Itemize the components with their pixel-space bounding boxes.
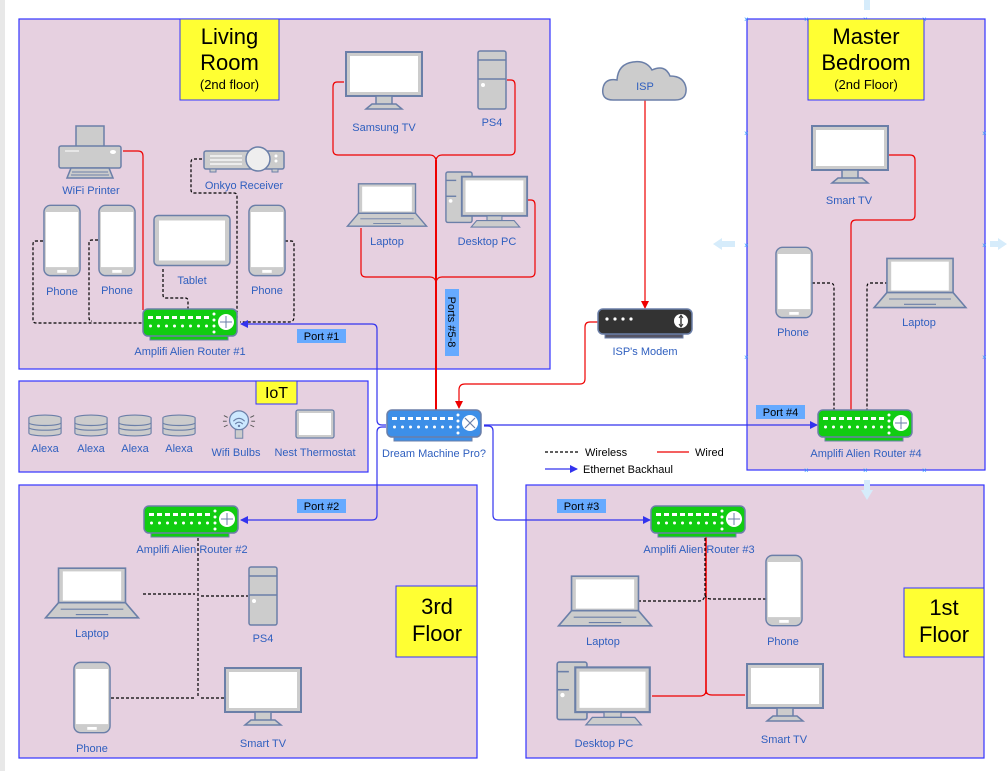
- svg-text:(2nd Floor): (2nd Floor): [834, 77, 898, 92]
- svg-text:×: ×: [804, 466, 809, 475]
- svg-text:Amplifi Alien Router #3: Amplifi Alien Router #3: [643, 544, 754, 556]
- svg-text:3rd: 3rd: [421, 594, 453, 619]
- svg-text:(2nd floor): (2nd floor): [200, 77, 259, 92]
- svg-text:Port #4: Port #4: [763, 407, 798, 419]
- svg-text:Wired: Wired: [695, 447, 724, 459]
- device-alexa-1[interactable]: Alexa: [28, 414, 62, 455]
- port-label-2: Port #2: [297, 499, 346, 513]
- third-floor-title: 3rd Floor: [395, 585, 478, 658]
- svg-text:Ports #5-8: Ports #5-8: [445, 297, 457, 348]
- router-1[interactable]: Amplifi Alien Router #1: [134, 308, 246, 358]
- svg-text:PS4: PS4: [253, 633, 274, 645]
- svg-text:Wifi Bulbs: Wifi Bulbs: [212, 447, 261, 459]
- port-label-5-8: Ports #5-8: [445, 289, 459, 356]
- svg-text:×: ×: [863, 466, 868, 475]
- svg-text:PS4: PS4: [482, 117, 503, 129]
- svg-text:Living: Living: [201, 24, 258, 49]
- svg-text:Smart TV: Smart TV: [761, 734, 808, 746]
- router-3[interactable]: Amplifi Alien Router #3: [643, 505, 755, 556]
- svg-text:Phone: Phone: [76, 743, 108, 755]
- svg-text:Phone: Phone: [767, 636, 799, 648]
- svg-text:Desktop PC: Desktop PC: [458, 236, 517, 248]
- svg-text:Laptop: Laptop: [75, 628, 109, 640]
- svg-text:Port #1: Port #1: [304, 331, 339, 343]
- svg-text:Tablet: Tablet: [177, 275, 206, 287]
- svg-text:Laptop: Laptop: [370, 236, 404, 248]
- isp-cloud[interactable]: ISP: [601, 60, 687, 101]
- device-ps4-living[interactable]: PS4: [477, 50, 507, 129]
- first-floor-title: 1st Floor: [903, 587, 985, 658]
- svg-text:Phone: Phone: [777, 327, 809, 339]
- svg-text:×: ×: [982, 353, 987, 362]
- svg-text:×: ×: [744, 241, 749, 250]
- svg-text:Smart TV: Smart TV: [240, 738, 287, 750]
- svg-text:Bedroom: Bedroom: [821, 50, 910, 75]
- iot-title: IoT: [255, 380, 298, 405]
- svg-text:Alexa: Alexa: [165, 443, 193, 455]
- svg-text:Phone: Phone: [101, 285, 133, 297]
- svg-text:Floor: Floor: [412, 621, 462, 646]
- svg-text:Amplifi Alien Router #4: Amplifi Alien Router #4: [810, 448, 921, 460]
- svg-text:IoT: IoT: [265, 385, 288, 402]
- svg-text:Port #2: Port #2: [304, 501, 339, 513]
- svg-text:Onkyo Receiver: Onkyo Receiver: [205, 180, 284, 192]
- svg-text:Alexa: Alexa: [121, 443, 149, 455]
- legend: Wireless Wired Ethernet Backhaul: [545, 447, 724, 476]
- svg-text:×: ×: [744, 15, 749, 24]
- svg-text:Master: Master: [832, 24, 899, 49]
- svg-text:Dream Machine Pro?: Dream Machine Pro?: [382, 448, 486, 460]
- svg-text:Alexa: Alexa: [31, 443, 59, 455]
- svg-text:Phone: Phone: [251, 285, 283, 297]
- device-onkyo-receiver[interactable]: Onkyo Receiver: [203, 146, 285, 192]
- device-alexa-3[interactable]: Alexa: [118, 414, 152, 455]
- svg-text:×: ×: [922, 466, 927, 475]
- port-label-4: Port #4: [756, 405, 805, 419]
- svg-text:WiFi Printer: WiFi Printer: [62, 185, 120, 197]
- svg-text:Room: Room: [200, 50, 259, 75]
- svg-text:Smart TV: Smart TV: [826, 195, 873, 207]
- svg-text:Floor: Floor: [919, 622, 969, 647]
- svg-text:Samsung TV: Samsung TV: [352, 122, 416, 134]
- svg-text:ISP's Modem: ISP's Modem: [612, 346, 677, 358]
- port-label-1: Port #1: [297, 329, 346, 343]
- svg-text:×: ×: [744, 353, 749, 362]
- device-ps4-3f[interactable]: PS4: [248, 566, 278, 645]
- router-2[interactable]: Amplifi Alien Router #2: [136, 505, 248, 556]
- living-room-title: Living Room (2nd floor): [179, 18, 280, 101]
- svg-text:Ethernet Backhaul: Ethernet Backhaul: [583, 464, 673, 476]
- dream-machine-pro[interactable]: Dream Machine Pro?: [382, 409, 486, 460]
- svg-text:ISP: ISP: [636, 81, 654, 93]
- device-alexa-2[interactable]: Alexa: [74, 414, 108, 455]
- svg-text:Wireless: Wireless: [585, 447, 628, 459]
- svg-text:Laptop: Laptop: [902, 317, 936, 329]
- svg-text:1st: 1st: [929, 595, 958, 620]
- svg-text:Amplifi Alien Router #2: Amplifi Alien Router #2: [136, 544, 247, 556]
- svg-text:Alexa: Alexa: [77, 443, 105, 455]
- port-label-3: Port #3: [557, 499, 606, 513]
- svg-text:×: ×: [744, 129, 749, 138]
- device-samsung-tv[interactable]: Samsung TV: [345, 51, 423, 134]
- device-alexa-4[interactable]: Alexa: [162, 414, 196, 455]
- network-diagram: ×××× ×× ×× ×× ××× Living Room (2nd floor…: [18, 0, 1007, 759]
- svg-text:Nest Thermostat: Nest Thermostat: [274, 447, 355, 459]
- svg-text:Phone: Phone: [46, 286, 78, 298]
- svg-text:Laptop: Laptop: [586, 636, 620, 648]
- svg-text:×: ×: [982, 241, 987, 250]
- svg-text:×: ×: [982, 129, 987, 138]
- svg-text:Port #3: Port #3: [564, 501, 599, 513]
- svg-text:Amplifi Alien Router #1: Amplifi Alien Router #1: [134, 346, 245, 358]
- router-4[interactable]: Amplifi Alien Router #4: [810, 409, 922, 460]
- svg-text:Desktop PC: Desktop PC: [575, 738, 634, 750]
- master-bedroom-title: Master Bedroom (2nd Floor): [807, 18, 925, 101]
- isp-modem[interactable]: ISP's Modem: [597, 308, 693, 358]
- device-desktop-pc-living[interactable]: Desktop PC: [445, 171, 529, 248]
